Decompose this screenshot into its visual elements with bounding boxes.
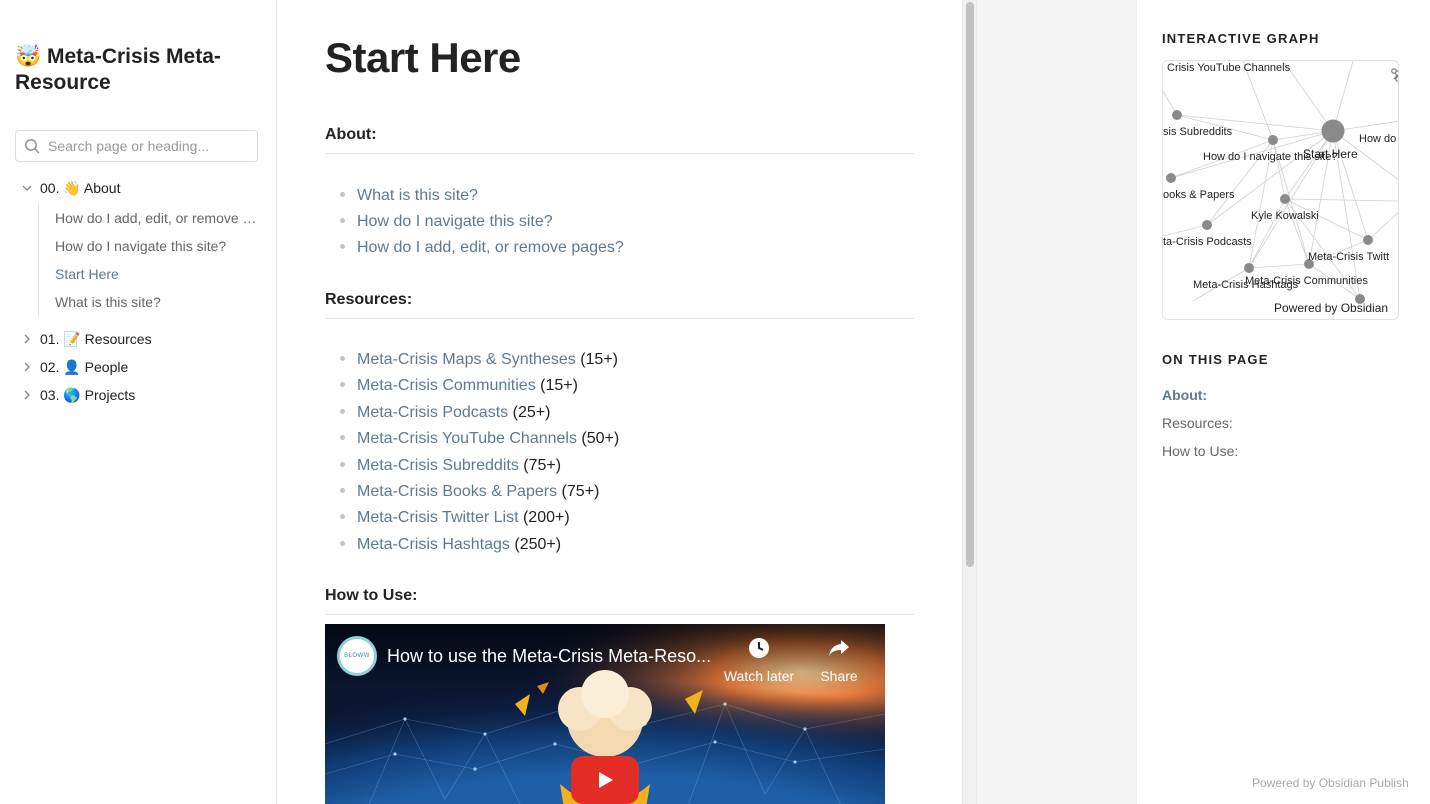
video-title[interactable]: How to use the Meta-Crisis Meta-Reso... (387, 646, 711, 667)
link-navigate-site[interactable]: How do I navigate this site? (357, 213, 553, 230)
graph-node-label: Meta-Crisis Hashtags (1193, 279, 1299, 291)
heading-how-to-use: How to Use: (325, 587, 914, 615)
left-sidebar: 🤯 Meta-Crisis Meta-Resource 00. 👋 About … (0, 0, 277, 804)
share-button[interactable]: Share (799, 636, 879, 684)
graph-node-label: sis Subreddits (1163, 126, 1233, 138)
gutter (977, 0, 1136, 804)
nav-folder-label: 01. 📝 Resources (40, 330, 152, 347)
search-input[interactable] (48, 138, 248, 154)
graph-node-label: Start Here (1303, 147, 1358, 161)
list-item: Meta-Crisis Podcasts (25+) (325, 400, 619, 426)
youtube-video-embed[interactable]: BLOWW How to use the Meta-Crisis Meta-Re… (325, 624, 885, 804)
about-links: What is this site? How do I navigate thi… (325, 183, 624, 261)
chevron-right-icon (20, 333, 34, 345)
list-item: Meta-Crisis YouTube Channels (50+) (325, 426, 619, 452)
list-item: Meta-Crisis Maps & Syntheses (15+) (325, 347, 619, 373)
list-item: Meta-Crisis Twitter List (200+) (325, 505, 619, 531)
toc-item-about[interactable]: About: (1162, 387, 1207, 403)
toc-item-how-to-use[interactable]: How to Use: (1162, 443, 1238, 459)
link-podcasts[interactable]: Meta-Crisis Podcasts (357, 404, 508, 421)
chevron-right-icon (20, 361, 34, 373)
link-maps-syntheses[interactable]: Meta-Crisis Maps & Syntheses (357, 351, 576, 368)
nav-file-add-edit-remove[interactable]: How do I add, edit, or remove pages? (39, 204, 263, 232)
play-button[interactable] (571, 756, 639, 804)
resource-count: (250+) (514, 535, 562, 553)
resource-count: (50+) (581, 430, 620, 448)
list-item: Meta-Crisis Subreddits (75+) (325, 453, 619, 479)
chevron-right-icon (20, 389, 34, 401)
link-twitter-list[interactable]: Meta-Crisis Twitter List (357, 509, 519, 526)
chevron-down-icon (20, 182, 34, 194)
resource-count: (75+) (561, 482, 600, 500)
interactive-graph[interactable]: Crisis YouTube Channels sis Subreddits H… (1162, 60, 1399, 320)
search-icon (25, 139, 40, 154)
watch-later-label: Watch later (723, 668, 795, 684)
nav-folder-label: 00. 👋 About (40, 179, 121, 196)
page-title: Start Here (325, 34, 521, 81)
graph-node-label: ooks & Papers (1163, 189, 1235, 201)
main-scrollbar[interactable] (962, 0, 977, 804)
list-item: Meta-Crisis Communities (15+) (325, 373, 619, 399)
resource-count: (75+) (523, 456, 562, 474)
heading-resources: Resources: (325, 291, 914, 319)
right-sidebar: INTERACTIVE GRAPH Crisis YouTube Channel… (1136, 0, 1430, 804)
site-title-text: Meta-Crisis Meta-Resource (15, 45, 221, 94)
site-title[interactable]: 🤯 Meta-Crisis Meta-Resource (15, 44, 265, 96)
toc-item-resources[interactable]: Resources: (1162, 415, 1233, 431)
play-icon (599, 772, 613, 788)
nav-file-navigate[interactable]: How do I navigate this site? (39, 232, 263, 260)
link-communities[interactable]: Meta-Crisis Communities (357, 377, 536, 394)
list-item: How do I add, edit, or remove pages? (325, 235, 624, 261)
expand-arrow-icon[interactable] (1390, 67, 1399, 83)
resource-count: (200+) (522, 509, 570, 527)
clock-icon (749, 638, 769, 658)
nav-folder-people[interactable]: 02. 👤 People (20, 357, 128, 377)
nav-folder-label: 02. 👤 People (40, 358, 129, 375)
watch-later-button[interactable]: Watch later (719, 636, 799, 684)
nav-file-what-is-this[interactable]: What is this site? (39, 288, 263, 316)
graph-heading: INTERACTIVE GRAPH (1162, 31, 1320, 46)
search-box[interactable] (15, 130, 258, 162)
list-item: Meta-Crisis Books & Papers (75+) (325, 479, 619, 505)
graph-node-label: Kyle Kowalski (1251, 210, 1319, 222)
link-books-papers[interactable]: Meta-Crisis Books & Papers (357, 483, 557, 500)
list-item: What is this site? (325, 183, 624, 209)
powered-by-footer[interactable]: Powered by Obsidian Publish (1252, 776, 1409, 790)
resource-count: (15+) (540, 377, 578, 395)
nav-folder-projects[interactable]: 03. 🌎 Projects (20, 385, 135, 405)
graph-node-label: How do (1359, 133, 1396, 145)
nav-folder-about[interactable]: 00. 👋 About (20, 178, 121, 198)
link-add-edit-remove[interactable]: How do I add, edit, or remove pages? (357, 239, 624, 256)
resource-count: (25+) (512, 403, 551, 421)
main-content: Start Here About: What is this site? How… (277, 0, 962, 804)
list-item: Meta-Crisis Hashtags (250+) (325, 532, 619, 558)
link-subreddits[interactable]: Meta-Crisis Subreddits (357, 457, 519, 474)
list-item: How do I navigate this site? (325, 209, 624, 235)
nav-folder-label: 03. 🌎 Projects (40, 386, 136, 403)
graph-powered-label: Powered by Obsidian (1274, 301, 1388, 315)
scrollbar-thumb[interactable] (966, 2, 974, 567)
resource-links: Meta-Crisis Maps & Syntheses (15+) Meta-… (325, 347, 619, 558)
nav-file-start-here[interactable]: Start Here (39, 260, 263, 288)
toc-heading: ON THIS PAGE (1162, 352, 1269, 367)
nav-folder-resources[interactable]: 01. 📝 Resources (20, 329, 152, 349)
graph-node-label: ta-Crisis Podcasts (1163, 236, 1252, 248)
graph-node-label: Meta-Crisis Twitt (1308, 251, 1389, 263)
heading-about: About: (325, 126, 914, 154)
link-hashtags[interactable]: Meta-Crisis Hashtags (357, 536, 510, 553)
link-youtube-channels[interactable]: Meta-Crisis YouTube Channels (357, 430, 577, 447)
graph-canvas[interactable]: Crisis YouTube Channels sis Subreddits H… (1163, 61, 1399, 320)
link-what-is-this-site[interactable]: What is this site? (357, 187, 478, 204)
resource-count: (15+) (580, 351, 618, 368)
channel-avatar[interactable]: BLOWW (337, 636, 377, 676)
about-children: How do I add, edit, or remove pages? How… (38, 204, 263, 316)
share-icon (829, 640, 849, 656)
site-emoji: 🤯 (15, 45, 42, 68)
share-label: Share (820, 668, 858, 684)
graph-node-label: Crisis YouTube Channels (1167, 62, 1291, 74)
